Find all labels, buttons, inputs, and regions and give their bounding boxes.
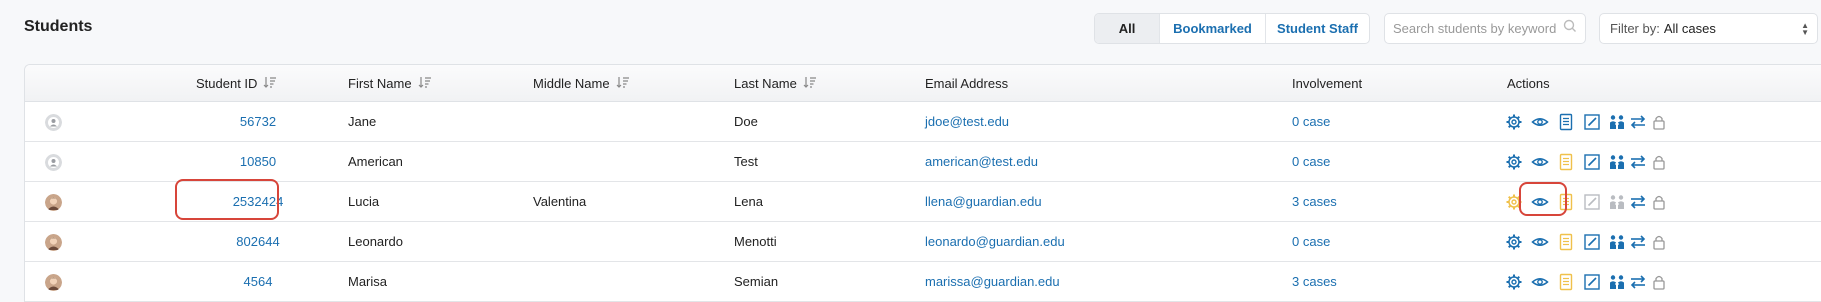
involvement-link[interactable]: 0 case bbox=[1292, 142, 1330, 181]
student-id-link[interactable]: 2532424 bbox=[215, 182, 301, 221]
avatar bbox=[45, 274, 62, 291]
table-header: Student ID First Name Middle Name Last N… bbox=[25, 65, 1821, 102]
student-id-link[interactable]: 4564 bbox=[215, 262, 301, 301]
table-row[interactable]: 802644 Leonardo Menotti leonardo@guardian.e… bbox=[25, 222, 1821, 262]
first-name-cell: Lucia bbox=[348, 194, 380, 209]
gear-icon[interactable] bbox=[1505, 113, 1523, 131]
people-icon[interactable] bbox=[1608, 273, 1626, 291]
sort-icon[interactable] bbox=[418, 76, 432, 91]
lock-icon[interactable] bbox=[1650, 153, 1668, 171]
avatar bbox=[45, 194, 62, 211]
transfer-icon[interactable] bbox=[1629, 153, 1647, 171]
transfer-icon[interactable] bbox=[1629, 273, 1647, 291]
avatar bbox=[45, 114, 62, 131]
sort-icon[interactable] bbox=[803, 76, 817, 91]
eye-icon[interactable] bbox=[1531, 153, 1549, 171]
tab-all[interactable]: All bbox=[1095, 14, 1159, 43]
students-table: Student ID First Name Middle Name Last N… bbox=[24, 64, 1821, 302]
select-caret-icon: ▲ ▼ bbox=[1801, 21, 1809, 37]
column-student-id[interactable]: Student ID bbox=[196, 65, 277, 102]
student-id-link[interactable]: 802644 bbox=[215, 222, 301, 261]
notes-icon[interactable] bbox=[1557, 113, 1575, 131]
student-id-link[interactable]: 10850 bbox=[215, 142, 301, 181]
involvement-link[interactable]: 3 cases bbox=[1292, 182, 1337, 221]
people-icon[interactable] bbox=[1608, 153, 1626, 171]
column-first-name[interactable]: First Name bbox=[348, 65, 432, 102]
lock-icon[interactable] bbox=[1650, 193, 1668, 211]
email-link[interactable]: american@test.edu bbox=[925, 142, 1038, 181]
avatar bbox=[45, 154, 62, 171]
edit-icon[interactable] bbox=[1583, 233, 1601, 251]
lock-icon[interactable] bbox=[1650, 113, 1668, 131]
people-icon[interactable] bbox=[1608, 193, 1626, 211]
tab-student-staff[interactable]: Student Staff bbox=[1265, 14, 1369, 43]
first-name-cell: American bbox=[348, 154, 403, 169]
first-name-cell: Leonardo bbox=[348, 234, 403, 249]
filter-value: All cases bbox=[1663, 21, 1716, 36]
last-name-cell: Lena bbox=[734, 194, 763, 209]
involvement-link[interactable]: 3 cases bbox=[1292, 262, 1337, 301]
column-actions: Actions bbox=[1507, 76, 1550, 91]
edit-icon[interactable] bbox=[1583, 273, 1601, 291]
middle-name-cell: Valentina bbox=[533, 194, 587, 209]
notes-icon[interactable] bbox=[1557, 233, 1575, 251]
search-icon[interactable] bbox=[1563, 19, 1577, 38]
eye-icon[interactable] bbox=[1531, 233, 1549, 251]
search-box bbox=[1384, 13, 1586, 44]
table-row[interactable]: 10850 American Test american@test.edu 0 case bbox=[25, 142, 1821, 182]
first-name-cell: Marisa bbox=[348, 274, 388, 289]
edit-icon[interactable] bbox=[1583, 193, 1601, 211]
tab-bookmarked[interactable]: Bookmarked bbox=[1159, 14, 1265, 43]
transfer-icon[interactable] bbox=[1629, 113, 1647, 131]
gear-icon[interactable] bbox=[1505, 273, 1523, 291]
gear-icon[interactable] bbox=[1505, 193, 1523, 211]
last-name-cell: Doe bbox=[734, 114, 758, 129]
last-name-cell: Test bbox=[734, 154, 758, 169]
sort-icon[interactable] bbox=[263, 76, 277, 91]
edit-icon[interactable] bbox=[1583, 153, 1601, 171]
table-row[interactable]: 56732 Jane Doe jdoe@test.edu 0 case bbox=[25, 102, 1821, 142]
column-last-name[interactable]: Last Name bbox=[734, 65, 817, 102]
lock-icon[interactable] bbox=[1650, 233, 1668, 251]
involvement-link[interactable]: 0 case bbox=[1292, 222, 1330, 261]
email-link[interactable]: llena@guardian.edu bbox=[925, 182, 1042, 221]
filter-select[interactable]: Filter by: All cases ▲ ▼ bbox=[1599, 13, 1818, 44]
notes-icon[interactable] bbox=[1557, 273, 1575, 291]
involvement-link[interactable]: 0 case bbox=[1292, 102, 1330, 141]
email-link[interactable]: leonardo@guardian.edu bbox=[925, 222, 1065, 261]
gear-icon[interactable] bbox=[1505, 153, 1523, 171]
lock-icon[interactable] bbox=[1650, 273, 1668, 291]
sort-icon[interactable] bbox=[616, 76, 630, 91]
eye-icon[interactable] bbox=[1531, 193, 1549, 211]
eye-icon[interactable] bbox=[1531, 273, 1549, 291]
email-link[interactable]: marissa@guardian.edu bbox=[925, 262, 1060, 301]
people-icon[interactable] bbox=[1608, 113, 1626, 131]
email-link[interactable]: jdoe@test.edu bbox=[925, 102, 1009, 141]
notes-icon[interactable] bbox=[1557, 193, 1575, 211]
page-title: Students bbox=[24, 18, 93, 35]
student-id-link[interactable]: 56732 bbox=[215, 102, 301, 141]
eye-icon[interactable] bbox=[1531, 113, 1549, 131]
transfer-icon[interactable] bbox=[1629, 233, 1647, 251]
column-email: Email Address bbox=[925, 76, 1009, 91]
notes-icon[interactable] bbox=[1557, 153, 1575, 171]
gear-icon[interactable] bbox=[1505, 233, 1523, 251]
edit-icon[interactable] bbox=[1583, 113, 1601, 131]
first-name-cell: Jane bbox=[348, 114, 377, 129]
table-row[interactable]: 4564 Marisa Semian marissa@guardian.edu 3 ca… bbox=[25, 262, 1821, 302]
last-name-cell: Menotti bbox=[734, 234, 777, 249]
people-icon[interactable] bbox=[1608, 233, 1626, 251]
table-row[interactable]: 2532424 Lucia Valentina Lena llena@guardian.… bbox=[25, 179, 1821, 222]
column-involvement: Involvement bbox=[1292, 76, 1363, 91]
view-tabs: All Bookmarked Student Staff bbox=[1094, 13, 1370, 44]
last-name-cell: Semian bbox=[734, 274, 779, 289]
avatar bbox=[45, 234, 62, 251]
filter-label: Filter by: bbox=[1610, 21, 1660, 36]
transfer-icon[interactable] bbox=[1629, 193, 1647, 211]
search-input[interactable] bbox=[1393, 21, 1563, 36]
column-middle-name[interactable]: Middle Name bbox=[533, 65, 630, 102]
